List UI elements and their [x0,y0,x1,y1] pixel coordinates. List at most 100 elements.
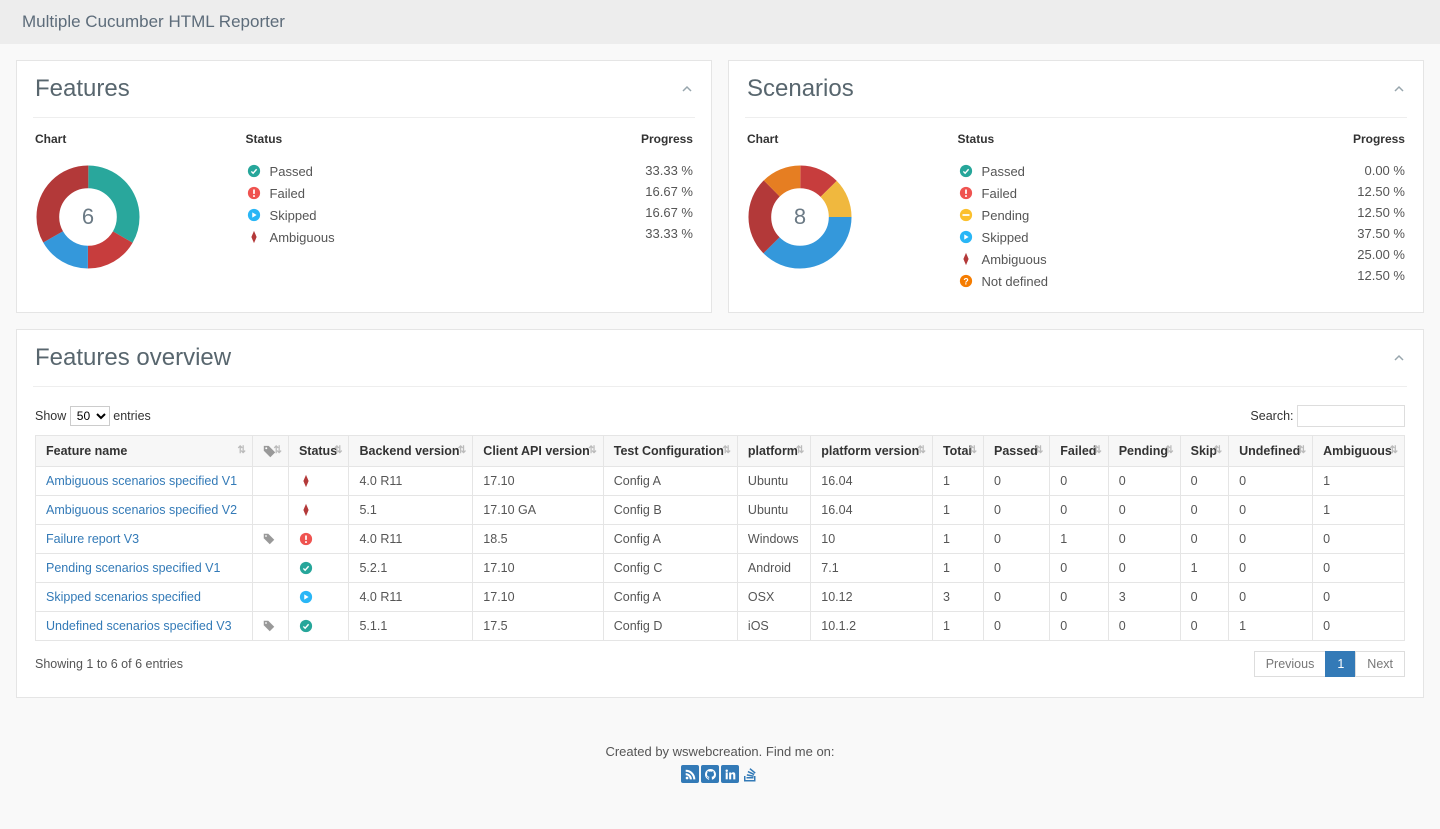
column-header[interactable]: Undefined⇅ [1229,436,1313,467]
collapse-icon[interactable] [1393,83,1405,95]
status-pct: 25.00 % [1273,247,1405,262]
scenarios-total: 8 [794,204,806,230]
status-item: Skipped [958,226,1274,248]
status-item: ? Not defined [958,270,1274,292]
column-header[interactable]: Passed⇅ [984,436,1050,467]
table-row: Pending scenarios specified V15.2.117.10… [36,554,1405,583]
column-header[interactable]: Backend version⇅ [349,436,473,467]
show-label: Show [35,409,66,423]
status-pct: 33.33 % [561,163,693,178]
status-pct: 16.67 % [561,205,693,220]
progress-header: Progress [561,132,693,154]
overview-panel: Features overview Show 50 entries Search… [16,329,1424,698]
status-pct: 12.50 % [1273,184,1405,199]
status-label: Passed [270,164,562,179]
rss-icon[interactable] [681,765,699,783]
column-header[interactable]: Total⇅ [932,436,983,467]
status-pct: 16.67 % [561,184,693,199]
features-panel: Features Chart 6 Status [16,60,712,313]
status-item: Failed [958,182,1274,204]
status-pct: 37.50 % [1273,226,1405,241]
scenarios-donut: 8 [747,164,853,270]
footer-text: Created by wswebcreation. Find me on: [16,744,1424,759]
skipped-icon [958,229,974,245]
chart-header: Chart [35,132,246,154]
tag-icon [263,620,278,632]
stackoverflow-icon[interactable] [741,765,759,783]
column-header[interactable]: platform version⇅ [811,436,933,467]
scenarios-title: Scenarios [747,75,854,103]
status-label: Pending [982,208,1274,223]
pending-icon [958,207,974,223]
ambiguous-icon [958,251,974,267]
collapse-icon[interactable] [681,83,693,95]
column-header[interactable]: Client API version⇅ [473,436,603,467]
search-input[interactable] [1297,405,1405,427]
status-label: Not defined [982,274,1274,289]
column-header[interactable]: Test Configuration⇅ [603,436,737,467]
status-label: Skipped [270,208,562,223]
status-pct: 12.50 % [1273,268,1405,283]
feature-link[interactable]: Ambiguous scenarios specified V1 [46,474,237,488]
status-item: Passed [958,160,1274,182]
table-info: Showing 1 to 6 of 6 entries [35,657,183,671]
skipped-icon [246,207,262,223]
table-row: Skipped scenarios specified4.0 R1117.10C… [36,583,1405,612]
status-pct: 0.00 % [1273,163,1405,178]
status-item: Passed [246,160,562,182]
features-donut: 6 [35,164,141,270]
passed-icon [246,163,262,179]
progress-header: Progress [1273,132,1405,154]
feature-link[interactable]: Pending scenarios specified V1 [46,561,220,575]
length-select[interactable]: 50 [70,406,110,426]
search-control: Search: [1250,405,1405,427]
status-label: Failed [270,186,562,201]
column-header[interactable]: Pending⇅ [1108,436,1180,467]
overview-title: Features overview [35,344,231,372]
status-header: Status [958,132,1274,154]
status-item: Pending [958,204,1274,226]
footer: Created by wswebcreation. Find me on: [16,714,1424,813]
column-header[interactable]: Skip⇅ [1180,436,1228,467]
passed-icon [299,619,339,633]
ambiguous-icon [299,503,339,517]
column-header[interactable]: platform⇅ [737,436,810,467]
page-button[interactable]: 1 [1325,651,1356,677]
collapse-icon[interactable] [1393,352,1405,364]
navbar: Multiple Cucumber HTML Reporter [0,0,1440,44]
failed-icon [299,532,339,546]
entries-label: entries [113,409,151,423]
linkedin-icon[interactable] [721,765,739,783]
feature-link[interactable]: Failure report V3 [46,532,139,546]
column-header[interactable]: Failed⇅ [1050,436,1108,467]
status-label: Ambiguous [270,230,562,245]
feature-link[interactable]: Ambiguous scenarios specified V2 [46,503,237,517]
feature-link[interactable]: Undefined scenarios specified V3 [46,619,232,633]
column-header[interactable]: ⇅ [252,436,288,467]
status-item: Ambiguous [958,248,1274,270]
features-total: 6 [82,204,94,230]
failed-icon [246,185,262,201]
notdefined-icon: ? [958,273,974,289]
status-item: Ambiguous [246,226,562,248]
column-header[interactable]: Ambiguous⇅ [1313,436,1405,467]
app-title: Multiple Cucumber HTML Reporter [22,12,285,31]
svg-text:?: ? [963,277,968,287]
tag-icon [263,533,278,545]
status-item: Failed [246,182,562,204]
table-row: Undefined scenarios specified V35.1.117.… [36,612,1405,641]
column-header[interactable]: Status⇅ [288,436,349,467]
github-icon[interactable] [701,765,719,783]
status-pct: 33.33 % [561,226,693,241]
features-table: Feature name⇅⇅Status⇅Backend version⇅Cli… [35,435,1405,641]
feature-link[interactable]: Skipped scenarios specified [46,590,201,604]
ambiguous-icon [246,229,262,245]
status-label: Skipped [982,230,1274,245]
status-header: Status [246,132,562,154]
column-header[interactable]: Feature name⇅ [36,436,253,467]
table-row: Ambiguous scenarios specified V25.117.10… [36,496,1405,525]
scenarios-panel: Scenarios Chart 8 Status [728,60,1424,313]
next-button[interactable]: Next [1355,651,1405,677]
pagination: Previous 1 Next [1255,651,1405,677]
previous-button[interactable]: Previous [1254,651,1327,677]
